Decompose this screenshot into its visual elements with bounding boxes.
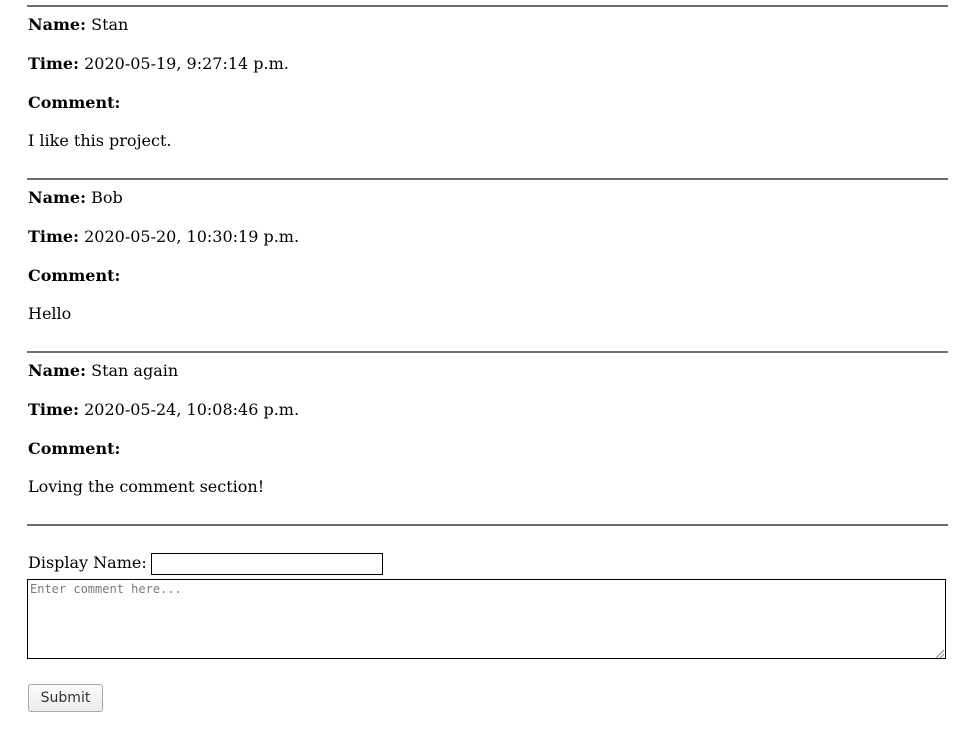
commenter-name: Stan again (91, 361, 179, 380)
display-name-input[interactable] (151, 553, 383, 575)
resize-grip-icon[interactable] (934, 648, 944, 658)
comment-timestamp: 2020-05-24, 10:08:46 p.m. (84, 400, 300, 419)
comment-timestamp: 2020-05-20, 10:30:19 p.m. (84, 227, 300, 246)
comment-timestamp: 2020-05-19, 9:27:14 p.m. (84, 54, 289, 73)
time-label: Time: (28, 400, 79, 419)
time-label: Time: (28, 54, 79, 73)
comment-time-line: Time: 2020-05-19, 9:27:14 p.m. (28, 54, 289, 74)
divider (27, 5, 948, 7)
comment-time-line: Time: 2020-05-24, 10:08:46 p.m. (28, 400, 299, 420)
comment-label: Comment: (28, 439, 121, 458)
comment-textarea[interactable] (27, 579, 946, 659)
comment-text: Hello (28, 304, 72, 323)
comment-page: Name: Stan Time: 2020-05-19, 9:27:14 p.m… (0, 0, 980, 753)
divider (27, 524, 948, 526)
time-label: Time: (28, 227, 79, 246)
divider (27, 178, 948, 180)
commenter-name: Bob (91, 188, 123, 207)
comment-name-line: Name: Stan (28, 15, 128, 35)
comment-label: Comment: (28, 93, 121, 112)
name-label: Name: (28, 361, 87, 380)
name-label: Name: (28, 188, 87, 207)
name-label: Name: (28, 15, 87, 34)
comment-label: Comment: (28, 266, 121, 285)
comment-label-line: Comment: (28, 266, 120, 286)
comment-text: Loving the comment section! (28, 477, 265, 496)
comment-text: I like this project. (28, 131, 172, 150)
comment-time-line: Time: 2020-05-20, 10:30:19 p.m. (28, 227, 299, 247)
comment-label-line: Comment: (28, 93, 120, 113)
commenter-name: Stan (91, 15, 129, 34)
comment-name-line: Name: Bob (28, 188, 123, 208)
display-name-label: Display Name: (28, 553, 147, 572)
divider (27, 351, 948, 353)
comment-name-line: Name: Stan again (28, 361, 178, 381)
comment-label-line: Comment: (28, 439, 120, 459)
submit-button[interactable]: Submit (28, 684, 103, 712)
